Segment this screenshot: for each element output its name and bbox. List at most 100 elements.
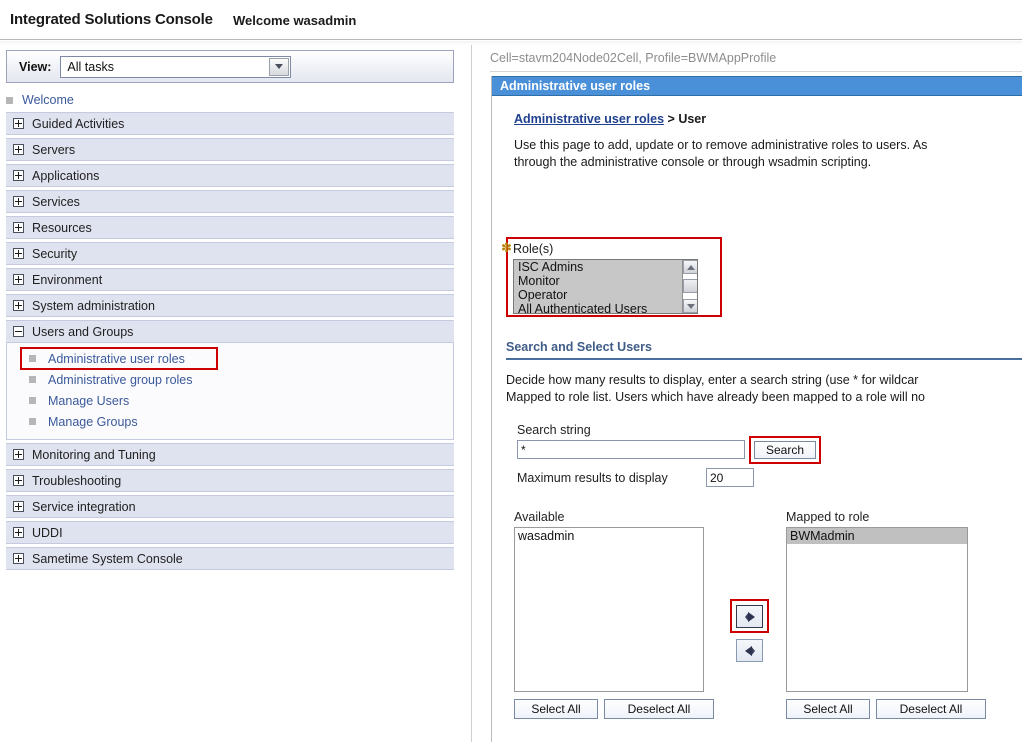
available-select-all-button[interactable]: Select All — [514, 699, 598, 719]
collapse-icon[interactable] — [13, 326, 24, 337]
search-description-line1: Decide how many results to display, ente… — [506, 373, 919, 387]
sidebar-group-header[interactable]: Security — [6, 242, 454, 265]
expand-icon[interactable] — [13, 170, 24, 181]
roles-options[interactable]: ISC Admins Monitor Operator All Authenticat… — [514, 260, 697, 313]
required-field-icon: ✽ — [501, 240, 512, 255]
available-listbox[interactable]: wasadmin — [514, 527, 704, 692]
portlet-title: Administrative user roles — [492, 76, 1022, 96]
sidebar-group-label: UDDI — [32, 525, 63, 540]
breadcrumb-link-admin-user-roles[interactable]: Administrative user roles — [514, 112, 664, 126]
portlet: Administrative user roles Administrative… — [491, 76, 1022, 742]
sidebar-group-header[interactable]: Resources — [6, 216, 454, 239]
sidebar-group-label: Monitoring and Tuning — [32, 447, 156, 462]
sidebar-group-label: Security — [32, 246, 78, 261]
sidebar-group-header[interactable]: Services — [6, 190, 454, 213]
expand-icon[interactable] — [13, 248, 24, 259]
welcome-user-label: Welcome wasadmin — [233, 13, 357, 28]
mapped-listbox[interactable]: BWMadmin — [786, 527, 968, 692]
role-option[interactable]: Operator — [514, 288, 697, 302]
view-selector-bar: View: All tasks — [6, 50, 454, 83]
top-header: Integrated Solutions Console Welcome was… — [0, 0, 1022, 40]
navigation-accordion: Guided Activities Servers Applications Serv… — [6, 112, 454, 573]
roles-scrollbar[interactable] — [682, 260, 697, 313]
sidebar-group: Sametime System Console — [6, 547, 454, 570]
expand-icon[interactable] — [13, 449, 24, 460]
sidebar-item-manage-groups[interactable]: Manage Groups — [7, 411, 453, 432]
sidebar-group-header[interactable]: Troubleshooting — [6, 469, 454, 492]
scroll-up-icon[interactable] — [683, 260, 697, 274]
sidebar-group-header[interactable]: Environment — [6, 268, 454, 291]
sidebar-group-header[interactable]: Guided Activities — [6, 112, 454, 135]
sidebar-item-administrative-user-roles[interactable]: Administrative user roles — [20, 347, 218, 370]
available-list-item[interactable]: wasadmin — [515, 528, 703, 544]
search-input[interactable] — [517, 440, 745, 459]
expand-icon[interactable] — [13, 553, 24, 564]
sidebar-group-header[interactable]: Users and Groups — [6, 320, 454, 343]
sidebar-group: Monitoring and Tuning — [6, 443, 454, 466]
expand-icon[interactable] — [13, 196, 24, 207]
sidebar-group: System administration — [6, 294, 454, 317]
bullet-icon — [29, 418, 36, 425]
sidebar-item-welcome-label: Welcome — [22, 93, 74, 107]
mapped-list-label: Mapped to role — [786, 510, 870, 524]
breadcrumb: Administrative user roles > User — [514, 112, 1022, 126]
sidebar-group: Applications — [6, 164, 454, 187]
sidebar-group: Servers — [6, 138, 454, 161]
sidebar-group-label: Environment — [32, 272, 103, 287]
sidebar-group-label: Guided Activities — [32, 116, 125, 131]
role-option[interactable]: Monitor — [514, 274, 697, 288]
console-title: Integrated Solutions Console — [10, 11, 213, 28]
sidebar-item-administrative-group-roles[interactable]: Administrative group roles — [7, 369, 453, 390]
expand-icon[interactable] — [13, 300, 24, 311]
scope-divider — [490, 71, 1022, 72]
sidebar-item-manage-users[interactable]: Manage Users — [7, 390, 453, 411]
available-list-label: Available — [514, 510, 565, 524]
expand-icon[interactable] — [13, 274, 24, 285]
scrollbar-thumb[interactable] — [683, 279, 697, 293]
role-option[interactable]: ISC Admins — [514, 260, 697, 274]
sidebar-group: Users and Groups Administrative user role… — [6, 320, 454, 440]
max-results-label: Maximum results to display — [517, 471, 668, 485]
add-to-role-button[interactable] — [736, 605, 763, 628]
available-deselect-all-button[interactable]: Deselect All — [604, 699, 714, 719]
mapped-deselect-all-button[interactable]: Deselect All — [876, 699, 986, 719]
scroll-down-icon[interactable] — [683, 299, 697, 313]
sidebar-group-header[interactable]: Servers — [6, 138, 454, 161]
role-option[interactable]: All Authenticated Users — [514, 302, 697, 313]
expand-icon[interactable] — [13, 501, 24, 512]
sidebar-group-label: Services — [32, 194, 80, 209]
sidebar-group-header[interactable]: Sametime System Console — [6, 547, 454, 570]
view-select-value: All tasks — [67, 59, 114, 74]
bullet-icon — [6, 96, 13, 104]
mapped-select-all-button[interactable]: Select All — [786, 699, 870, 719]
sidebar-group-header[interactable]: UDDI — [6, 521, 454, 544]
chevron-down-icon[interactable] — [269, 57, 290, 76]
sidebar-group-label: Servers — [32, 142, 76, 157]
arrow-left-icon — [744, 645, 755, 656]
expand-icon[interactable] — [13, 222, 24, 233]
search-description-line2: Mapped to role list. Users which have al… — [506, 390, 925, 404]
sidebar-group-header[interactable]: System administration — [6, 294, 454, 317]
search-string-label: Search string — [517, 423, 591, 437]
mapped-list-item[interactable]: BWMadmin — [787, 528, 967, 544]
view-select[interactable]: All tasks — [60, 55, 292, 78]
search-button[interactable]: Search — [754, 441, 816, 459]
max-results-input[interactable] — [706, 468, 754, 487]
sidebar-group-header[interactable]: Service integration — [6, 495, 454, 518]
expand-icon[interactable] — [13, 475, 24, 486]
sidebar-group: Service integration — [6, 495, 454, 518]
sidebar-group-label: Service integration — [32, 499, 136, 514]
expand-icon[interactable] — [13, 144, 24, 155]
sidebar-group: Troubleshooting — [6, 469, 454, 492]
expand-icon[interactable] — [13, 118, 24, 129]
sidebar-group-header[interactable]: Monitoring and Tuning — [6, 443, 454, 466]
roles-listbox[interactable]: ISC Admins Monitor Operator All Authenticat… — [513, 259, 698, 314]
sidebar-group: Services — [6, 190, 454, 213]
navigation-sidebar: View: All tasks Welcome Guided Activitie… — [0, 45, 472, 742]
remove-from-role-button[interactable] — [736, 639, 763, 662]
sidebar-group-header[interactable]: Applications — [6, 164, 454, 187]
expand-icon[interactable] — [13, 527, 24, 538]
sidebar-item-welcome[interactable]: Welcome — [6, 90, 74, 110]
breadcrumb-separator: > — [664, 112, 679, 126]
bullet-icon — [29, 355, 36, 362]
